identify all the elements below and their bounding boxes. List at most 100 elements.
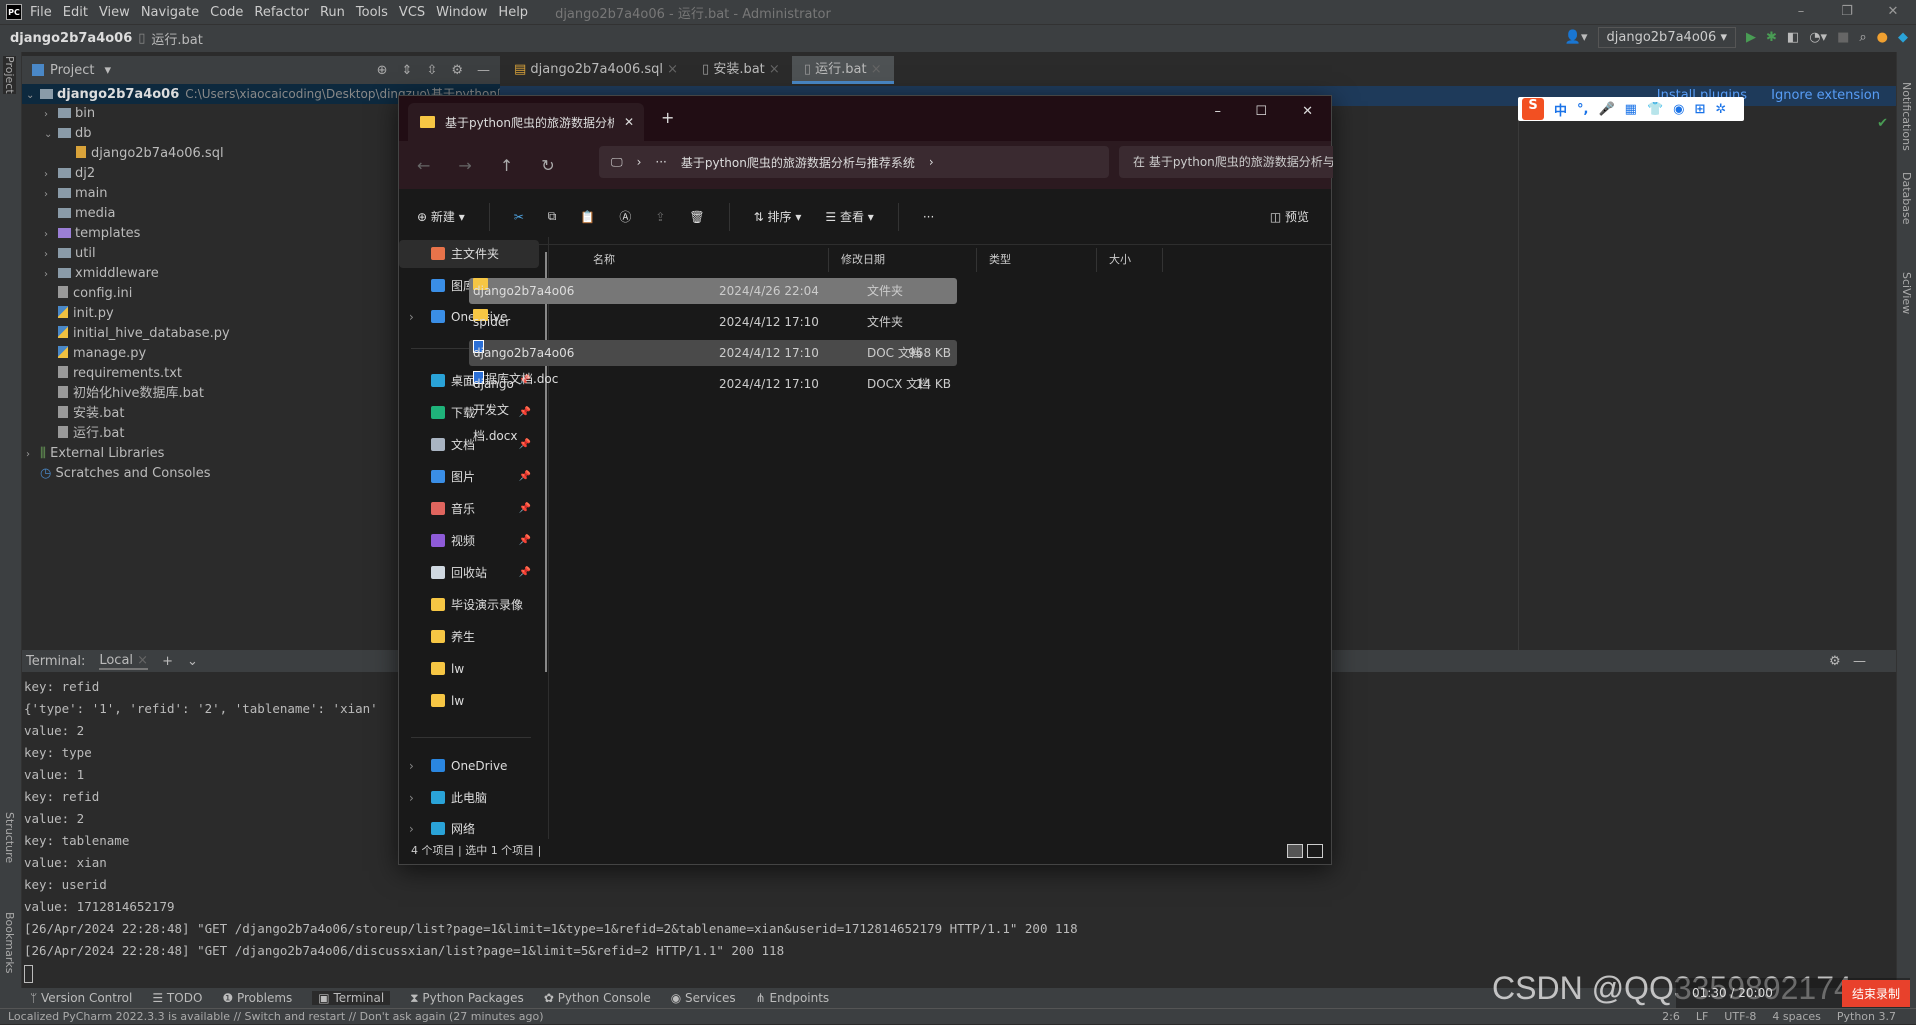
tool-window-problems[interactable]: ❶ Problems [222,991,292,1005]
gear-icon[interactable]: ⚙ — [1829,654,1866,669]
forward-icon[interactable]: → [458,156,471,175]
run-icon[interactable]: ▶ [1746,30,1756,45]
sidebar-item[interactable]: › 此电脑 [399,784,539,812]
coverage-icon[interactable]: ◧ [1787,30,1799,45]
menu-tools[interactable]: Tools [356,5,388,20]
close-icon[interactable]: × [663,62,678,77]
tiles-view-button[interactable] [1307,844,1323,858]
restore-button[interactable]: ❐ [1824,0,1870,24]
add-terminal-icon[interactable]: + [162,654,173,669]
chevron-right-icon[interactable]: › [929,155,934,169]
new-tab-button[interactable]: + [661,108,674,127]
file-row[interactable]: django2b7a4o06 2024/4/26 22:04 文件夹 [469,278,957,304]
ime-mode-toggle[interactable]: 中 [1554,100,1567,119]
status-widget[interactable]: Python 3.7 [1837,1009,1896,1025]
gear-icon[interactable]: ⚙ [451,63,463,78]
assistant-icon[interactable]: ◉ [1673,102,1684,117]
ignore-extension-link[interactable]: Ignore extension [1771,88,1880,103]
menu-refactor[interactable]: Refactor [254,5,309,20]
pin-icon[interactable]: 📌 [519,463,531,491]
editor-tab[interactable]: ▤ django2b7a4o06.sql × [502,56,690,84]
project-panel-title[interactable]: Project [50,63,94,78]
pin-icon[interactable]: 📌 [519,399,531,427]
close-tab-icon[interactable]: ✕ [624,115,644,129]
chevron-right-icon[interactable]: › [637,155,642,169]
menu-view[interactable]: View [99,5,130,20]
cut-icon[interactable]: ✂ [514,210,524,224]
debug-icon[interactable]: ✱ [1766,30,1777,45]
chevron-icon[interactable]: › [44,165,58,185]
address-bar[interactable]: 🖵 › ··· 基于python爬虫的旅游数据分析与推荐系统 › [599,146,1109,178]
minimize-button[interactable]: – [1778,0,1824,24]
rename-icon[interactable]: Ⓐ [619,208,631,225]
tool-window-python-console[interactable]: ✿ Python Console [544,991,651,1005]
locate-icon[interactable]: ⊕ [377,63,388,78]
menu-vcs[interactable]: VCS [399,5,425,20]
terminal-tab-local[interactable]: Local × [99,653,149,670]
close-icon[interactable]: × [867,62,882,77]
sidebar-item[interactable]: 养生 [399,623,539,651]
new-button[interactable]: ⊕ 新建 ▾ [417,208,465,225]
close-icon[interactable]: × [765,62,780,77]
settings-icon[interactable]: ✲ [1715,102,1726,117]
close-button[interactable]: ✕ [1302,104,1313,119]
notifications-tool-button[interactable]: Notifications [1900,82,1913,151]
refresh-icon[interactable]: ↻ [541,156,554,175]
collapse-all-icon[interactable]: ⇳ [426,63,437,78]
sciview-tool-button[interactable]: SciView [1900,272,1913,314]
share-icon[interactable]: ⇪ [655,210,665,224]
sidebar-item[interactable]: lw [399,687,539,715]
chevron-icon[interactable]: › [44,265,58,285]
sidebar-item[interactable]: 主文件夹 [399,240,539,268]
pin-icon[interactable]: 📌 [519,431,531,459]
close-button[interactable]: ✕ [1870,0,1916,24]
punctuation-toggle[interactable]: °, [1577,102,1588,117]
chevron-icon[interactable]: › [26,445,40,465]
file-row[interactable]: django2b7a4o06数据库文档.doc 2024/4/12 17:10 DO… [469,340,957,386]
chevron-icon[interactable]: › [44,225,58,245]
sidebar-item[interactable]: › OneDrive [399,752,539,780]
structure-tool-button[interactable]: Structure [3,812,16,863]
chevron-icon[interactable]: › [44,185,58,205]
chevron-icon[interactable]: ⌄ [44,125,58,145]
status-widget[interactable]: 2:6 [1662,1009,1680,1025]
menu-window[interactable]: Window [436,5,487,20]
status-widget[interactable]: LF [1696,1009,1708,1025]
menu-help[interactable]: Help [498,5,528,20]
menu-code[interactable]: Code [210,5,243,20]
sidebar-item[interactable]: 回收站 📌 [399,559,539,587]
tool-window-terminal[interactable]: ▣ Terminal [312,991,391,1005]
view-button[interactable]: ☰ 查看 ▾ [825,208,873,225]
menu-edit[interactable]: Edit [63,5,88,20]
stop-icon[interactable]: ■ [1837,30,1849,45]
chevron-right-icon[interactable]: › [409,303,414,331]
jetbrains-icon[interactable]: ◆ [1898,30,1908,45]
search-input[interactable]: 在 基于python爬虫的旅游数据分析与推荐系统 中搜索 [1119,146,1333,178]
breadcrumb-file[interactable]: 运行.bat [151,29,202,48]
column-header[interactable]: 大小 [1097,248,1163,272]
database-tool-button[interactable]: Database [1900,172,1913,225]
chevron-right-icon[interactable]: › [409,752,414,780]
file-row[interactable]: spider 2024/4/12 17:10 文件夹 [469,309,957,335]
more-button[interactable]: ··· [923,210,934,224]
run-config-select[interactable]: django2b7a4o06 ▾ [1597,27,1736,48]
profile-icon[interactable]: ◔▾ [1809,30,1827,45]
chevron-down-icon[interactable]: ▾ [104,63,111,78]
expand-all-icon[interactable]: ⇕ [402,63,413,78]
status-widget[interactable]: 4 spaces [1772,1009,1821,1025]
grid-icon[interactable]: ⊞ [1694,102,1705,117]
bookmarks-tool-button[interactable]: Bookmarks [3,912,16,973]
back-icon[interactable]: ← [417,156,430,175]
minimize-button[interactable]: – [1215,104,1222,119]
search-icon[interactable]: ⌕ [1859,30,1866,45]
editor-tab[interactable]: ▯ 安装.bat × [690,56,792,84]
explorer-tab[interactable]: 基于python爬虫的旅游数据分析 ✕ [408,103,644,141]
chevron-right-icon[interactable]: › [409,784,414,812]
pin-icon[interactable]: 📌 [519,495,531,523]
chevron-icon[interactable]: ⌄ [26,86,40,106]
column-header[interactable]: 修改日期 [829,248,977,272]
chevron-down-icon[interactable]: ⌄ [187,654,198,669]
breadcrumb-project[interactable]: django2b7a4o06 [10,31,132,46]
column-header[interactable]: 名称 [581,248,829,272]
more-path-icon[interactable]: ··· [655,155,666,169]
